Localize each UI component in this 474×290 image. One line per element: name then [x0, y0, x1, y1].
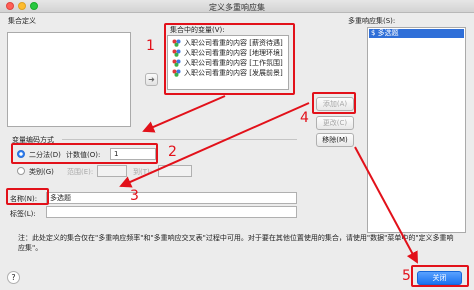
window-title: 定义多重响应集	[209, 3, 265, 12]
annotation-box-4	[312, 92, 356, 114]
range-to-label: 到(T):	[133, 168, 153, 176]
tag-input[interactable]	[46, 206, 297, 218]
tag-field-label: 标签(L):	[10, 210, 36, 218]
change-button[interactable]: 更改(C)	[316, 116, 354, 130]
annotation-arrow	[142, 95, 226, 133]
group-divider	[62, 139, 297, 140]
annotation-number-4: 4	[300, 110, 309, 126]
remove-button[interactable]: 移除(M)	[316, 133, 354, 147]
annotation-number-3: 3	[130, 188, 139, 204]
help-button[interactable]: ?	[7, 271, 20, 284]
category-radio[interactable]	[17, 167, 25, 175]
annotation-box-2	[11, 143, 158, 164]
list-item[interactable]: $ 多选题	[369, 29, 464, 38]
annotation-box-1	[164, 23, 295, 95]
source-variables-list[interactable]	[7, 32, 131, 127]
range-label: 范围(E):	[67, 168, 94, 176]
title-bar: 定义多重响应集	[0, 0, 474, 13]
help-icon: ?	[11, 273, 16, 282]
annotation-box-5	[411, 265, 469, 287]
note-text: 注：此处定义的集合仅在"多重响应频率"和"多重响应交叉表"过程中可用。对于要在其…	[18, 234, 454, 252]
arrow-right-icon: ➜	[148, 75, 155, 84]
annotation-number-1: 1	[146, 38, 155, 54]
multi-sets-label: 多重响应集(S):	[348, 17, 396, 25]
multi-sets-list[interactable]: $ 多选题	[367, 27, 466, 233]
category-label: 类别(G)	[29, 168, 54, 176]
move-to-set-button[interactable]: ➜	[145, 73, 158, 86]
annotation-number-2: 2	[168, 144, 177, 160]
annotation-number-5: 5	[402, 268, 411, 284]
name-input[interactable]: 多选题	[46, 192, 297, 204]
set-definition-label: 集合定义	[8, 17, 36, 25]
annotation-box-3	[6, 188, 49, 205]
range-from-input[interactable]	[97, 165, 127, 177]
range-to-input[interactable]	[158, 165, 192, 177]
